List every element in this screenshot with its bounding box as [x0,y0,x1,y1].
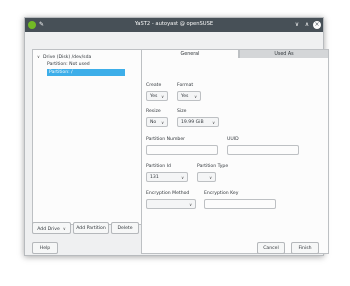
size-label: Size [177,109,187,114]
partition-type-select[interactable]: ∨ [197,172,216,182]
partition-type-label: Partition Type [197,164,229,169]
tree-item-drive[interactable]: ∨ Drive (Disk) /dev/sda [37,53,91,60]
tree-item-partition-unused[interactable]: Partition: Not used [47,61,90,68]
partition-number-label: Partition Number [146,137,186,142]
chevron-down-icon: ∨ [189,202,192,207]
tree-item-drive-label: Drive (Disk) /dev/sda [43,55,92,60]
partition-id-select-value: 131 [150,175,159,180]
yast-window: ✎ YaST2 - autoyast @ openSUSE ∨ ∧ × ∨ Dri… [24,17,329,256]
partition-id-label: Partition Id [146,164,171,169]
encryption-method-label: Encryption Method [146,191,190,196]
encryption-key-label: Encryption Key [204,191,239,196]
partition-number-field[interactable] [146,145,218,155]
chevron-down-icon: ∨ [181,175,184,180]
partition-id-select[interactable]: 131 ∨ [146,172,188,182]
cancel-button[interactable]: Cancel [257,242,285,254]
general-panel: Create Yes ∨ Format Yes ∨ Resize No ∨ Si… [141,58,329,254]
add-drive-button-label: Add Drive [37,227,60,232]
encryption-method-select[interactable]: ∨ [146,199,196,209]
chevron-down-icon: ∨ [194,94,197,99]
chevron-down-icon: ∨ [62,226,66,231]
chevron-down-icon: ∨ [209,175,212,180]
format-select-value: Yes [181,94,189,99]
tree-item-partition-root[interactable]: Partition: / [47,69,125,76]
resize-select[interactable]: No ∨ [146,117,168,127]
format-label: Format [177,83,194,88]
close-icon[interactable]: × [313,21,321,29]
uuid-label: UUID [227,137,239,142]
size-select-value: 19.99 GiB [181,120,204,125]
encryption-key-field[interactable] [204,199,276,209]
resize-select-value: No [150,120,157,125]
uuid-field[interactable] [227,145,299,155]
create-label: Create [146,83,162,88]
title-bar[interactable]: ✎ YaST2 - autoyast @ openSUSE ∨ ∧ × [25,18,323,32]
add-drive-button[interactable]: Add Drive ∨ [32,222,71,234]
maximize-icon[interactable]: ∧ [303,21,311,29]
size-select[interactable]: 19.99 GiB ∨ [177,117,219,127]
minimize-icon[interactable]: ∨ [293,21,301,29]
finish-button[interactable]: Finish [291,242,319,254]
create-select[interactable]: Yes ∨ [146,91,168,101]
window-title: YaST2 - autoyast @ openSUSE [134,21,214,27]
format-select[interactable]: Yes ∨ [177,91,201,101]
create-select-value: Yes [150,94,158,99]
add-partition-button[interactable]: Add Partition [73,222,109,234]
help-button[interactable]: Help [32,242,58,254]
delete-button[interactable]: Delete [111,222,139,234]
chevron-down-icon: ∨ [212,120,215,125]
resize-label: Resize [146,109,161,114]
partition-tree[interactable]: ∨ Drive (Disk) /dev/sda Partition: Not us… [32,49,142,225]
chevron-down-icon: ∨ [161,94,164,99]
chevron-down-icon: ∨ [161,120,164,125]
